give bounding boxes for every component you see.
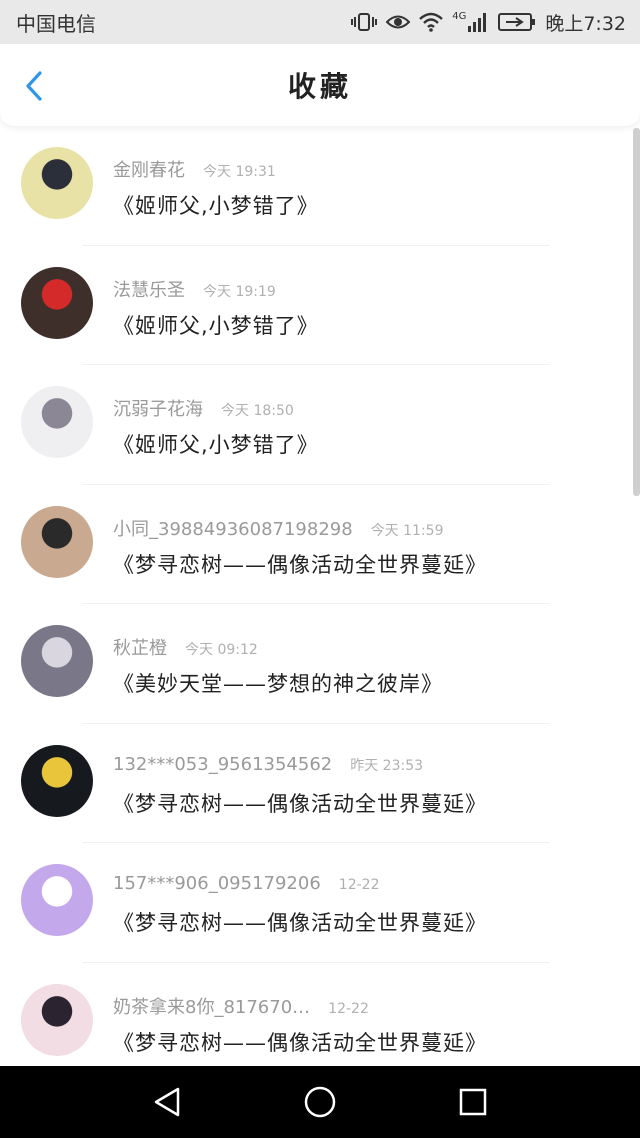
signal-icon: 4G [452,12,489,32]
battery-charging-icon [498,13,536,31]
nav-recents-button[interactable] [451,1080,495,1124]
nav-back-button[interactable] [145,1080,189,1124]
item-title[interactable]: 《梦寻恋树——偶像活动全世界蔓延》 [113,788,487,818]
item-meta: 小同_39884936087198298 今天 11:59 [113,515,443,541]
favorite-item[interactable]: 金刚春花 今天 19:31 《姬师父,小梦错了》 [0,126,640,246]
page-title: 收藏 [287,70,352,103]
favorite-item[interactable]: 小同_39884936087198298 今天 11:59 《梦寻恋树——偶像活动全… [0,485,640,604]
avatar[interactable] [21,864,93,936]
user-name[interactable]: 小同_39884936087198298 [113,515,353,541]
item-time: 今天 18:50 [221,403,294,419]
network-type: 4G [452,11,467,22]
nav-home-button[interactable] [298,1080,342,1124]
avatar[interactable] [21,505,93,578]
page-header: 收藏 [0,44,640,126]
circle-home-icon [304,1086,336,1118]
item-meta: 157***906_095179206 12-22 [113,873,379,894]
status-icons: 4G 晚上7:32 [351,9,626,36]
avatar[interactable] [21,744,93,817]
user-name[interactable]: 法慧乐圣 [113,276,185,302]
status-time: 晚上7:32 [545,12,626,35]
back-button[interactable] [20,71,48,101]
avatar[interactable] [21,983,93,1056]
item-meta: 132***053_9561354562 昨天 23:53 [113,754,423,775]
item-title[interactable]: 《姬师父,小梦错了》 [113,190,319,220]
vibrate-icon [351,12,378,32]
user-name[interactable]: 秋芷橙 [113,634,167,660]
item-time: 12-22 [328,1000,369,1017]
user-name[interactable]: 132***053_9561354562 [113,754,332,775]
item-meta: 奶茶拿来8你_817670… 12-22 [113,993,369,1019]
item-time: 今天 19:31 [203,164,276,180]
user-name[interactable]: 奶茶拿来8你_817670… [113,993,310,1019]
item-title[interactable]: 《姬师父,小梦错了》 [113,310,319,340]
item-time: 今天 11:59 [370,522,444,539]
chevron-left-icon [26,71,42,101]
favorites-list: 金刚春花 今天 19:31 《姬师父,小梦错了》 法慧乐圣 今天 19:19 《姬师父,小… [0,126,640,1066]
eye-comfort-icon [386,13,411,31]
item-time: 今天 09:12 [185,642,258,658]
carrier-label: 中国电信 [16,11,96,36]
favorite-item[interactable]: 奶茶拿来8你_817670… 12-22 《梦寻恋树——偶像活动全世界蔓延》 [0,963,640,1067]
item-meta: 沉弱子花海 今天 18:50 [113,395,294,421]
favorite-item[interactable]: 法慧乐圣 今天 19:19 《姬师父,小梦错了》 [0,246,640,365]
item-title[interactable]: 《梦寻恋树——偶像活动全世界蔓延》 [113,549,487,579]
favorite-item[interactable]: 秋芷橙 今天 09:12 《美妙天堂——梦想的神之彼岸》 [0,604,640,724]
scrollbar[interactable] [633,128,640,496]
triangle-back-icon [154,1087,179,1117]
user-name[interactable]: 金刚春花 [113,156,185,182]
wifi-icon [419,12,444,32]
item-time: 12-22 [338,877,380,893]
user-name[interactable]: 157***906_095179206 [113,873,321,894]
item-title[interactable]: 《梦寻恋树——偶像活动全世界蔓延》 [113,907,487,937]
item-meta: 秋芷橙 今天 09:12 [113,634,258,660]
favorite-item[interactable]: 157***906_095179206 12-22 《梦寻恋树——偶像活动全世界蔓延… [0,843,640,963]
item-time: 今天 19:19 [203,283,276,300]
status-bar: 中国电信 4G 晚上7:32 [0,0,640,44]
user-name[interactable]: 沉弱子花海 [113,395,203,421]
avatar[interactable] [21,625,93,697]
item-title[interactable]: 《梦寻恋树——偶像活动全世界蔓延》 [113,1027,487,1057]
item-meta: 法慧乐圣 今天 19:19 [113,276,276,302]
avatar[interactable] [21,266,93,339]
square-recents-icon [460,1088,487,1116]
favorite-item[interactable]: 132***053_9561354562 昨天 23:53 《梦寻恋树——偶像活动全… [0,724,640,843]
avatar[interactable] [21,147,93,219]
item-title[interactable]: 《姬师父,小梦错了》 [113,429,319,459]
system-nav-bar [0,1066,640,1138]
item-meta: 金刚春花 今天 19:31 [113,156,276,182]
item-time: 昨天 23:53 [350,757,424,774]
item-title[interactable]: 《美妙天堂——梦想的神之彼岸》 [113,668,443,698]
avatar[interactable] [21,386,93,458]
favorite-item[interactable]: 沉弱子花海 今天 18:50 《姬师父,小梦错了》 [0,365,640,485]
